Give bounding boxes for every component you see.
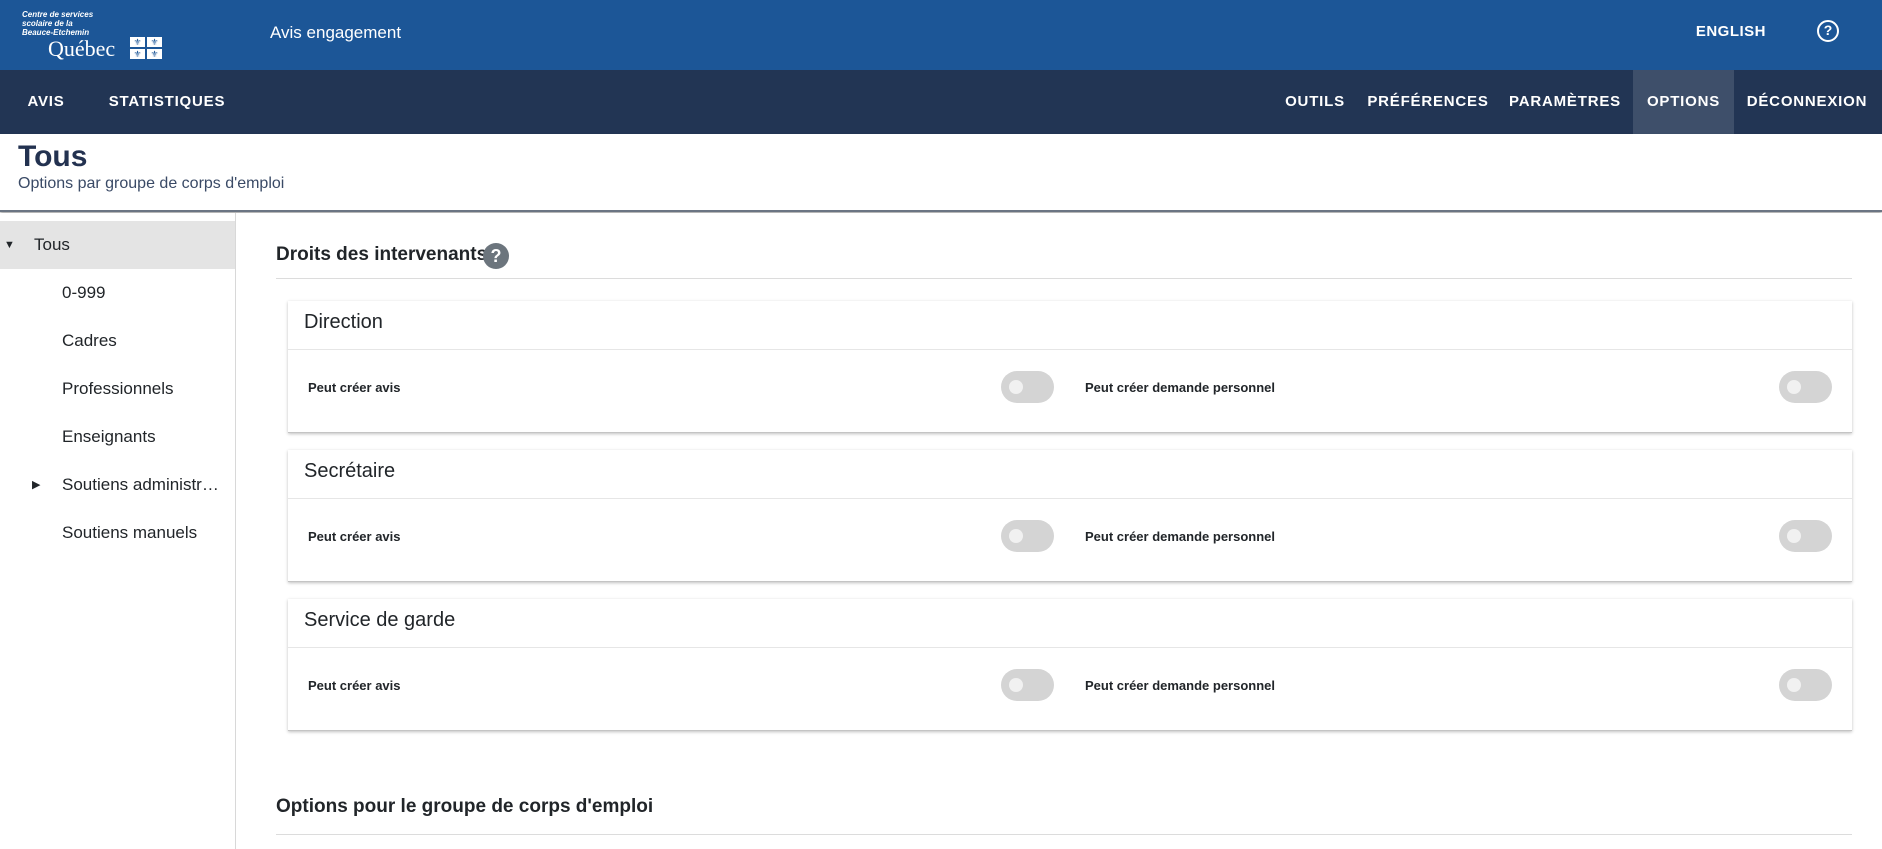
app-title: Avis engagement [270, 23, 402, 42]
options-section-title: Options pour le groupe de corps d'emploi [276, 796, 654, 817]
fleurdelise-flag-icon: ⚜ ⚜ ⚜ ⚜ [130, 37, 162, 59]
card-title: Service de garde [304, 609, 456, 631]
tree-item-0-999[interactable]: 0-999 [0, 269, 235, 317]
toggle-knob [1009, 678, 1023, 692]
help-circle-icon[interactable]: ? [1817, 20, 1839, 42]
toggle-switch[interactable] [1779, 669, 1832, 701]
job-group-tree: ▼ Tous 0-999 Cadres Professionnels Ensei… [0, 213, 236, 849]
rights-card-secretaire: Secrétaire Peut créer avis Peut créer de… [288, 450, 1852, 582]
toggle-knob [1787, 380, 1801, 394]
caret-right-icon[interactable]: ▶ [32, 461, 40, 509]
option-label: Peut créer avis [308, 529, 401, 544]
rights-card-direction: Direction Peut créer avis Peut créer dem… [288, 301, 1852, 433]
toggle-switch[interactable] [1001, 669, 1054, 701]
tree-item-soutiens-administratifs[interactable]: ▶ Soutiens administratifs [0, 461, 235, 509]
section-divider [276, 278, 1852, 279]
page-subtitle: Options par groupe de corps d'emploi [18, 175, 285, 192]
tree-item-label: Tous [34, 235, 70, 254]
logo-text: Centre de services scolaire de la Beauce… [22, 10, 93, 37]
toggle-knob [1009, 380, 1023, 394]
option-label: Peut créer avis [308, 380, 401, 395]
section-divider [276, 834, 1852, 835]
tree-item-enseignants[interactable]: Enseignants [0, 413, 235, 461]
option-label: Peut créer demande personnel [1085, 380, 1276, 395]
tree-item-tous[interactable]: ▼ Tous [0, 221, 235, 269]
question-icon[interactable]: ? [483, 243, 509, 269]
card-divider [288, 647, 1852, 648]
nav-preferences[interactable]: PRÉFÉRENCES [1367, 70, 1489, 134]
nav-outils[interactable]: OUTILS [1271, 70, 1359, 134]
quebec-logo[interactable]: Centre de services scolaire de la Beauce… [22, 10, 164, 61]
nav-parametres[interactable]: PARAMÈTRES [1503, 70, 1627, 134]
logo-line-2: scolaire de la [22, 19, 73, 28]
toggle-knob [1787, 529, 1801, 543]
toggle-switch[interactable] [1001, 371, 1054, 403]
logo-quebec-wordmark: Québec [48, 36, 116, 61]
rights-card-service-de-garde: Service de garde Peut créer avis Peut cr… [288, 599, 1852, 731]
card-divider [288, 349, 1852, 350]
main-navigation: AVIS STATISTIQUES OUTILS PRÉFÉRENCES PAR… [0, 70, 1882, 134]
top-header: Centre de services scolaire de la Beauce… [0, 0, 1882, 70]
tree-item-label: Soutiens manuels [62, 523, 198, 542]
tree-item-professionnels[interactable]: Professionnels [0, 365, 235, 413]
language-switch-link[interactable]: ENGLISH [1696, 23, 1766, 40]
card-title: Secrétaire [304, 460, 396, 482]
page-title: Tous [18, 140, 88, 173]
option-label: Peut créer demande personnel [1085, 529, 1276, 544]
tree-item-cadres[interactable]: Cadres [0, 317, 235, 365]
tree-item-soutiens-manuels[interactable]: Soutiens manuels [0, 509, 235, 557]
toggle-knob [1009, 529, 1023, 543]
caret-down-icon[interactable]: ▼ [4, 221, 15, 269]
nav-deconnexion[interactable]: DÉCONNEXION [1738, 70, 1876, 134]
option-label: Peut créer demande personnel [1085, 678, 1276, 693]
page-header: Tous Options par groupe de corps d'emplo… [0, 134, 1882, 212]
tree-item-label: Cadres [62, 331, 117, 350]
tree-item-label: Soutiens administratifs [62, 475, 220, 494]
card-divider [288, 498, 1852, 499]
toggle-switch[interactable] [1779, 371, 1832, 403]
nav-options[interactable]: OPTIONS [1633, 70, 1734, 134]
option-label: Peut créer avis [308, 678, 401, 693]
toggle-knob [1787, 678, 1801, 692]
toggle-switch[interactable] [1001, 520, 1054, 552]
logo-line-1: Centre de services [22, 10, 94, 19]
nav-avis[interactable]: AVIS [10, 70, 82, 134]
toggle-switch[interactable] [1779, 520, 1832, 552]
card-title: Direction [304, 311, 383, 333]
tree-item-label: Enseignants [62, 427, 156, 446]
rights-section-title: Droits des intervenants [276, 244, 488, 265]
main-content: Droits des intervenants ? Direction Peut… [236, 213, 1882, 849]
tree-item-label: Professionnels [62, 379, 174, 398]
tree-item-label: 0-999 [62, 283, 106, 302]
nav-statistiques[interactable]: STATISTIQUES [100, 70, 234, 134]
